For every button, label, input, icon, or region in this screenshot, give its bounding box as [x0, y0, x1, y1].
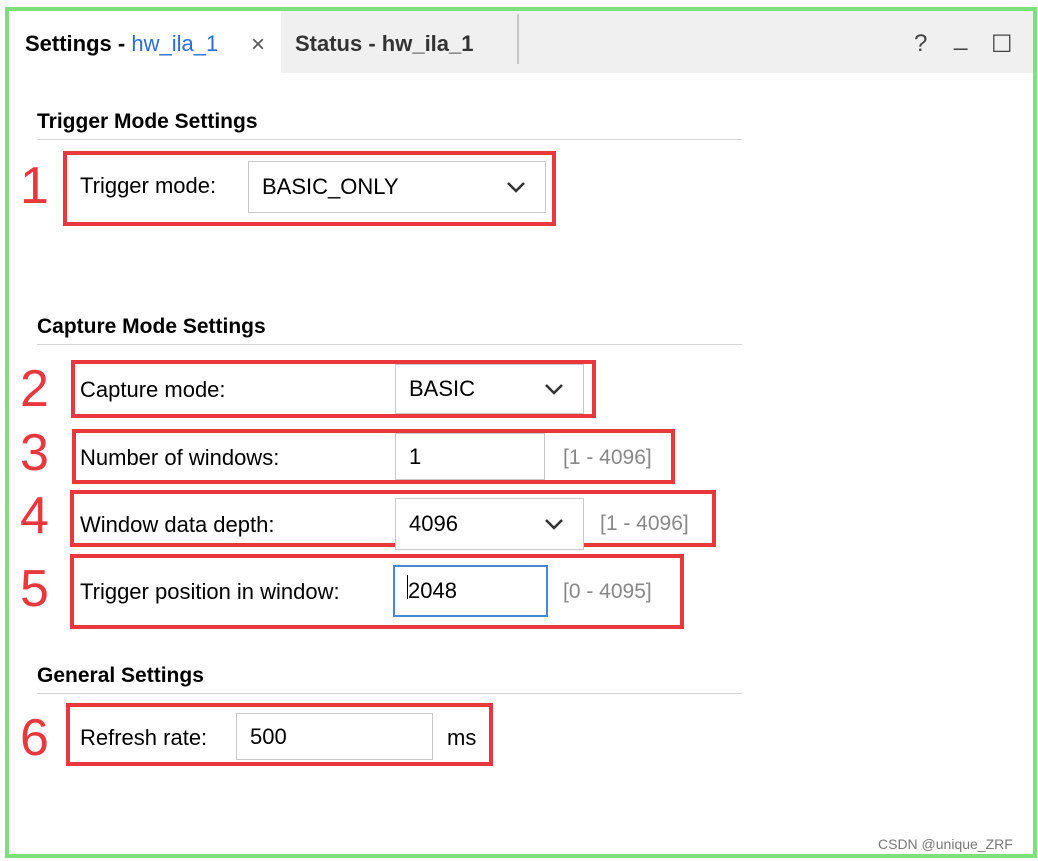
tab-status[interactable]: Status - hw_ila_1	[295, 31, 474, 57]
section-divider	[37, 344, 742, 345]
refresh-rate-label: Refresh rate:	[80, 725, 208, 750]
refresh-rate-value: 500	[250, 723, 287, 749]
chevron-down-icon	[507, 182, 525, 193]
num-windows-range: [1 - 4096]	[563, 446, 652, 469]
window-depth-range: [1 - 4096]	[600, 512, 689, 535]
text-cursor	[407, 575, 408, 599]
refresh-rate-input[interactable]: 500	[236, 713, 433, 760]
section-title-trigger: Trigger Mode Settings	[37, 110, 258, 133]
trigger-position-range: [0 - 4095]	[563, 580, 652, 603]
num-windows-value: 1	[409, 443, 422, 469]
num-windows-label: Number of windows:	[80, 445, 280, 470]
window-depth-dropdown[interactable]: 4096	[395, 498, 584, 550]
refresh-rate-unit: ms	[447, 725, 477, 750]
section-title-general: General Settings	[37, 664, 204, 687]
trigger-mode-value: BASIC_ONLY	[262, 174, 399, 199]
close-icon[interactable]: ×	[251, 31, 265, 59]
capture-mode-dropdown[interactable]: BASIC	[395, 364, 584, 414]
tab-settings[interactable]: Settings - hw_ila_1 ×	[9, 11, 281, 73]
annotation-badge: 3	[20, 424, 49, 482]
help-icon[interactable]: ?	[914, 30, 927, 58]
annotation-badge: 5	[20, 560, 49, 618]
trigger-position-label: Trigger position in window:	[80, 579, 340, 604]
section-divider	[37, 139, 742, 140]
annotation-badge: 6	[20, 709, 49, 767]
annotation-badge: 2	[20, 360, 49, 418]
trigger-mode-dropdown[interactable]: BASIC_ONLY	[248, 161, 546, 213]
capture-mode-label: Capture mode:	[80, 377, 226, 402]
chevron-down-icon	[545, 519, 563, 530]
window-depth-value: 4096	[409, 511, 458, 536]
capture-mode-value: BASIC	[409, 376, 476, 401]
watermark: CSDN @unique_ZRF	[878, 836, 1013, 852]
chevron-down-icon	[545, 384, 563, 395]
section-divider	[37, 693, 742, 694]
num-windows-input[interactable]: 1	[395, 433, 545, 480]
tab-settings-label: Settings - hw_ila_1	[25, 31, 218, 57]
minimize-icon[interactable]: _	[954, 24, 967, 52]
tab-settings-prefix: Settings -	[25, 31, 132, 56]
section-title-capture: Capture Mode Settings	[37, 315, 266, 338]
trigger-position-value: 2048	[408, 578, 457, 603]
annotation-badge: 1	[20, 157, 49, 215]
tab-settings-name: hw_ila_1	[131, 31, 219, 56]
window-depth-label: Window data depth:	[80, 512, 275, 537]
trigger-mode-label: Trigger mode:	[80, 173, 217, 198]
tab-divider	[517, 14, 519, 64]
maximize-icon[interactable]: ☐	[991, 30, 1013, 59]
annotation-badge: 4	[20, 487, 49, 545]
trigger-position-input[interactable]: 2048	[393, 565, 548, 617]
